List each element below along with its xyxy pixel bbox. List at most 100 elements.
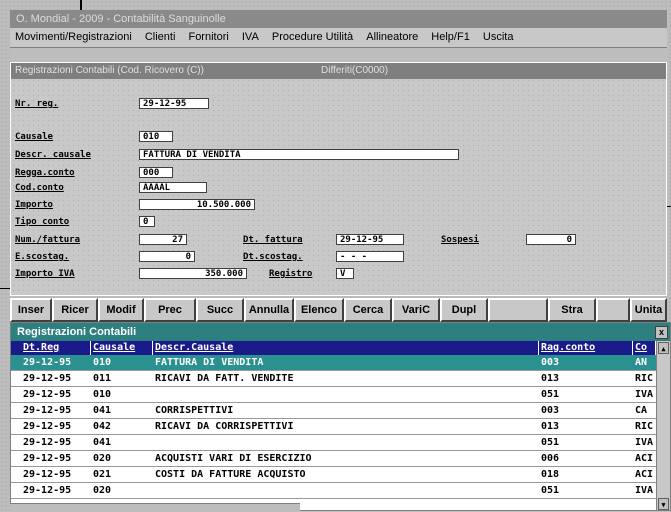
table-cell: 021	[93, 469, 112, 480]
table-cell: 011	[93, 373, 112, 384]
input-dt-fattura[interactable]: 29-12-95	[336, 234, 404, 245]
input-sospesi[interactable]: 0	[526, 234, 576, 245]
input-cod-conto[interactable]: AAAAL	[139, 182, 207, 193]
table-cell: 29-12-95	[23, 405, 72, 416]
table-row[interactable]: 29-12-95 041 051 IVA	[11, 435, 656, 451]
close-icon[interactable]: x	[655, 326, 668, 339]
find-button[interactable]: Cerca	[344, 298, 392, 322]
table-row[interactable]: 29-12-95 010 FATTURA DI VENDITA 003 AN	[11, 355, 656, 371]
label-e-scostag: E.scostag.	[15, 252, 70, 262]
insert-button[interactable]: Inser	[10, 298, 52, 322]
label-num-fattura: Num./fattura	[15, 235, 81, 245]
table-cell: AN	[635, 357, 648, 368]
menu-item-help[interactable]: Help/F1	[426, 28, 475, 43]
table-row[interactable]: 29-12-95 042 RICAVI DA CORRISPETTIVI 013 RIC	[11, 419, 656, 435]
list-button[interactable]: Elenco	[294, 298, 344, 322]
label-registro: Registro	[269, 269, 313, 279]
table-cell: 041	[93, 405, 112, 416]
previous-button[interactable]: Prec	[144, 298, 196, 322]
scroll-up-icon[interactable]: ▲	[658, 342, 669, 354]
table-cell: 29-12-95	[23, 485, 72, 496]
input-importo[interactable]: 10.500.000	[139, 199, 255, 210]
modify-button[interactable]: Modif	[98, 298, 144, 322]
table-row[interactable]: 29-12-95 011 RICAVI DA FATT. VENDITE 013 RIC	[11, 371, 656, 387]
table-cell: 29-12-95	[23, 357, 72, 368]
table-cell: RICAVI DA CORRISPETTIVI	[155, 421, 294, 432]
table-row[interactable]: 29-12-95 010 051 IVA	[11, 387, 656, 403]
menu-item-movimenti[interactable]: Movimenti/Registrazioni	[10, 28, 137, 43]
app-title-bar: O. Mondial - 2009 - Contabilità Sanguino…	[10, 10, 667, 28]
column-header-descr-causale[interactable]: Descr.Causale	[153, 341, 539, 355]
table-cell: 051	[541, 485, 560, 496]
table-cell: 020	[93, 453, 112, 464]
cancel-button[interactable]: Annulla	[244, 298, 294, 322]
blank-button-2[interactable]	[596, 298, 630, 322]
menu-item-iva[interactable]: IVA	[237, 28, 264, 43]
table-cell: CA	[635, 405, 648, 416]
table-cell: 018	[541, 469, 560, 480]
form-title: Registrazioni Contabili (Cod. Ricovero (…	[15, 65, 204, 76]
next-button[interactable]: Succ	[196, 298, 244, 322]
table-cell: 013	[541, 421, 560, 432]
table-cell: COSTI DA FATTURE ACQUISTO	[155, 469, 306, 480]
label-sospesi: Sospesi	[441, 235, 479, 245]
grid-title: Registrazioni Contabili	[17, 326, 137, 338]
table-cell: 013	[541, 373, 560, 384]
table-cell: 041	[93, 437, 112, 448]
label-importo-iva: Importo IVA	[15, 269, 75, 279]
grid-title-bar: Registrazioni Contabili x	[11, 323, 670, 341]
table-cell: 29-12-95	[23, 389, 72, 400]
input-e-scostag[interactable]: 0	[139, 251, 195, 262]
input-num-fattura[interactable]: 27	[139, 234, 187, 245]
column-header-co[interactable]: Co	[633, 341, 656, 355]
table-row[interactable]: 29-12-95 021 COSTI DA FATTURE ACQUISTO 018 A…	[11, 467, 656, 483]
table-row[interactable]: 29-12-95 041 CORRISPETTIVI 003 CA	[11, 403, 656, 419]
menu-item-allineatore[interactable]: Allineatore	[361, 28, 423, 43]
scroll-down-icon[interactable]: ▼	[658, 498, 669, 510]
label-tipo-conto: Tipo conto	[15, 217, 70, 227]
table-cell: RICAVI DA FATT. VENDITE	[155, 373, 294, 384]
column-header-rag-conto[interactable]: Rag.conto	[539, 341, 633, 355]
input-descr-causale[interactable]: FATTURA DI VENDITA	[139, 149, 459, 160]
change-code-button[interactable]: VariC	[392, 298, 440, 322]
table-cell: 29-12-95	[23, 421, 72, 432]
form-window: Registrazioni Contabili (Cod. Ricovero (…	[10, 62, 667, 296]
duplicate-button[interactable]: Dupl	[440, 298, 488, 322]
table-cell: RIC	[635, 373, 654, 384]
label-dt-fattura: Dt. fattura	[243, 235, 303, 245]
input-dt-scostag[interactable]: - - -	[336, 251, 404, 262]
table-cell: 051	[541, 437, 560, 448]
table-cell: IVA	[635, 437, 654, 448]
label-cod-conto: Cod.conto	[15, 183, 64, 193]
menu-item-procedure[interactable]: Procedure Utilità	[267, 28, 358, 43]
exit-button[interactable]: Unita	[630, 298, 667, 322]
table-cell: 003	[541, 357, 560, 368]
table-row[interactable]: 29-12-95 020 051 IVA	[11, 483, 656, 499]
input-registro[interactable]: V	[336, 268, 354, 279]
menu-item-uscita[interactable]: Uscita	[478, 28, 519, 43]
table-cell: 29-12-95	[23, 453, 72, 464]
input-causale[interactable]: 010	[139, 131, 173, 142]
menu-item-fornitori[interactable]: Fornitori	[183, 28, 233, 43]
column-header-causale[interactable]: Causale	[91, 341, 153, 355]
print-button[interactable]: Stra	[548, 298, 596, 322]
mdi-area	[10, 48, 667, 62]
label-regga-conto: Regga.conto	[15, 168, 75, 178]
search-button[interactable]: Ricer	[52, 298, 98, 322]
table-cell: RIC	[635, 421, 654, 432]
input-regga-conto[interactable]: 000	[139, 167, 173, 178]
label-dt-scostag: Dt.scostag.	[243, 252, 303, 262]
input-importo-iva[interactable]: 350.000	[139, 268, 247, 279]
column-header-dt-reg[interactable]: Dt.Reg	[21, 341, 91, 355]
registrations-grid-window: Registrazioni Contabili x Dt.Reg Causale…	[10, 322, 671, 511]
blank-button-1[interactable]	[488, 298, 548, 322]
table-cell: 042	[93, 421, 112, 432]
input-tipo-conto[interactable]: 0	[139, 216, 155, 227]
input-nr-reg[interactable]: 29-12-95	[139, 98, 209, 109]
vertical-scrollbar[interactable]: ▲ ▼	[656, 341, 670, 510]
form-title-bar: Registrazioni Contabili (Cod. Ricovero (…	[11, 63, 666, 79]
table-row[interactable]: 29-12-95 020 ACQUISTI VARI DI ESERCIZIO 006…	[11, 451, 656, 467]
table-cell: 29-12-95	[23, 469, 72, 480]
label-causale: Causale	[15, 132, 53, 142]
menu-item-clienti[interactable]: Clienti	[140, 28, 181, 43]
